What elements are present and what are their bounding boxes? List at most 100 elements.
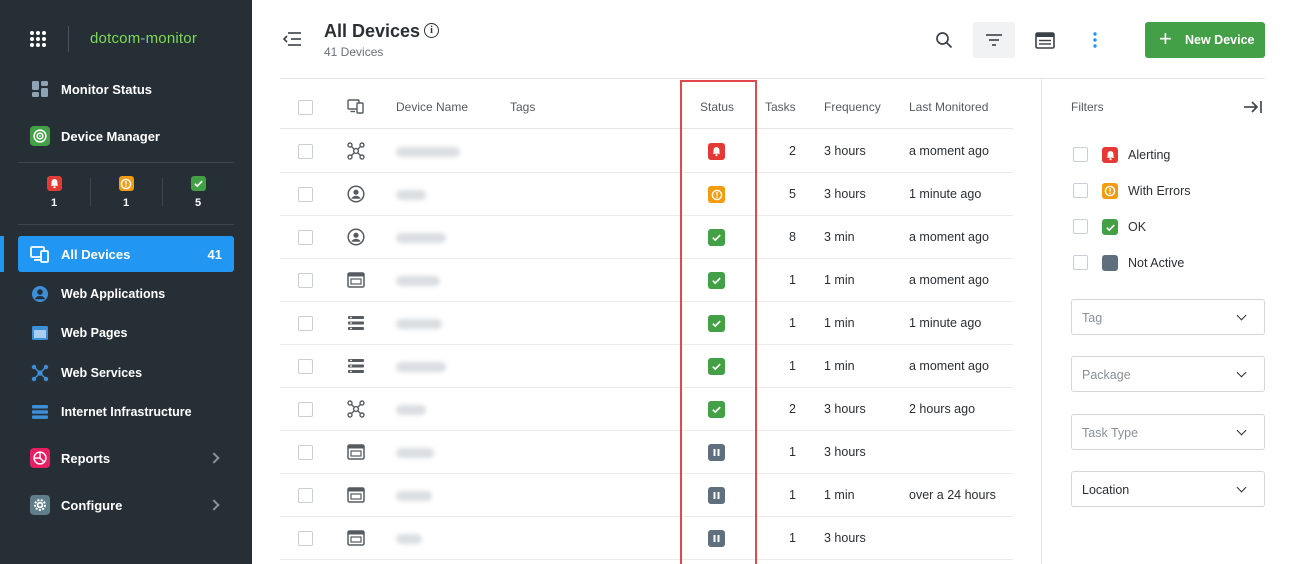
filter-ok[interactable]: OK [1071, 217, 1271, 237]
last-monitored-cell: 1 minute ago [909, 187, 982, 201]
collapse-menu-icon[interactable] [282, 31, 302, 47]
infrastructure-icon [346, 313, 366, 333]
column-device-name[interactable]: Device Name [396, 100, 468, 114]
filter-checkbox[interactable] [1073, 219, 1088, 234]
target-icon [30, 126, 50, 146]
frequency-cell: 3 hours [824, 402, 866, 416]
tasks-cell: 1 [789, 316, 796, 330]
collapse-panel-icon[interactable] [1243, 99, 1263, 115]
ok-count[interactable]: 5 [162, 170, 234, 218]
table-row[interactable]: 1 3 hours [280, 517, 1013, 560]
device-name-redacted[interactable] [396, 147, 460, 157]
table-row[interactable]: 2 3 hours a moment ago [280, 130, 1013, 173]
filter-checkbox[interactable] [1073, 147, 1088, 162]
sidebar-item-all-devices[interactable]: All Devices 41 [18, 236, 234, 272]
sidebar-item-web-applications[interactable]: Web Applications [18, 276, 234, 312]
frequency-cell: 1 min [824, 316, 855, 330]
table-row[interactable]: 1 1 min a moment ago [280, 259, 1013, 302]
table-row[interactable]: 1 1 min 1 minute ago [280, 302, 1013, 345]
filter-with-errors[interactable]: With Errors [1071, 181, 1271, 201]
device-name-redacted[interactable] [396, 362, 446, 372]
device-name-redacted[interactable] [396, 491, 432, 501]
chevron-down-icon [1236, 482, 1247, 493]
row-checkbox[interactable] [298, 488, 313, 503]
tag-select[interactable]: Tag [1071, 299, 1265, 335]
more-options-button[interactable] [1074, 22, 1116, 58]
device-name-redacted[interactable] [396, 448, 434, 458]
sidebar-item-internet-infrastructure[interactable]: Internet Infrastructure [18, 394, 234, 430]
table-row[interactable]: 1 1 min a moment ago [280, 345, 1013, 388]
apps-grid-icon[interactable] [30, 31, 47, 48]
row-checkbox[interactable] [298, 187, 313, 202]
row-checkbox[interactable] [298, 144, 313, 159]
filters-title: Filters [1071, 100, 1104, 114]
package-select[interactable]: Package [1071, 356, 1265, 392]
column-tasks[interactable]: Tasks [765, 100, 796, 114]
location-select[interactable]: Location [1071, 471, 1265, 507]
chevron-down-icon [1236, 425, 1247, 436]
device-type-column-icon [346, 96, 366, 116]
device-name-redacted[interactable] [396, 405, 426, 415]
sidebar-item-web-pages[interactable]: Web Pages [18, 315, 234, 351]
tasks-cell: 2 [789, 402, 796, 416]
sidebar-item-monitor-status[interactable]: Monitor Status [18, 71, 234, 107]
errors-count[interactable]: 1 [90, 170, 162, 218]
sidebar-item-reports[interactable]: Reports [18, 440, 234, 476]
table-row[interactable]: 1 3 hours [280, 431, 1013, 474]
frequency-cell: 3 hours [824, 187, 866, 201]
last-monitored-cell: a moment ago [909, 273, 989, 287]
row-checkbox[interactable] [298, 316, 313, 331]
status-summary: 1 1 5 [18, 170, 234, 218]
filter-checkbox[interactable] [1073, 255, 1088, 270]
last-monitored-cell: 2 hours ago [909, 402, 976, 416]
chevron-down-icon [1236, 367, 1247, 378]
sidebar-item-web-services[interactable]: Web Services [18, 355, 234, 391]
dotcom-monitor-logo[interactable]: dotcom-monitor [90, 30, 197, 47]
device-name-redacted[interactable] [396, 534, 422, 544]
device-name-redacted[interactable] [396, 233, 446, 243]
dashboard-icon [30, 79, 50, 99]
row-checkbox[interactable] [298, 359, 313, 374]
web-page-icon [346, 270, 366, 290]
more-vertical-icon [1093, 32, 1097, 48]
device-name-redacted[interactable] [396, 319, 442, 329]
task-type-select[interactable]: Task Type [1071, 414, 1265, 450]
select-all-checkbox[interactable] [298, 100, 313, 115]
row-checkbox[interactable] [298, 230, 313, 245]
table-row[interactable]: 1 1 min over a 24 hours [280, 474, 1013, 517]
table-row[interactable]: 5 3 hours 1 minute ago [280, 173, 1013, 216]
filter-checkbox[interactable] [1073, 183, 1088, 198]
device-name-redacted[interactable] [396, 276, 440, 286]
filter-alerting[interactable]: Alerting [1071, 145, 1271, 165]
row-checkbox[interactable] [298, 531, 313, 546]
info-icon[interactable]: i [424, 23, 439, 38]
column-tags[interactable]: Tags [510, 100, 535, 114]
row-checkbox[interactable] [298, 445, 313, 460]
web-application-icon [346, 184, 366, 204]
chevron-right-icon [208, 499, 220, 511]
last-monitored-cell: a moment ago [909, 359, 989, 373]
filter-button[interactable] [973, 22, 1015, 58]
sidebar: dotcom-monitor Monitor Status Device Man… [0, 0, 252, 564]
column-frequency[interactable]: Frequency [824, 100, 881, 114]
check-icon [1102, 219, 1118, 235]
view-mode-button[interactable] [1024, 22, 1066, 58]
filters-divider [1041, 79, 1042, 564]
web-page-icon [30, 323, 50, 343]
filter-not-active[interactable]: Not Active [1071, 253, 1271, 273]
sidebar-item-device-manager[interactable]: Device Manager [18, 118, 234, 154]
infrastructure-icon [30, 402, 50, 422]
new-device-button[interactable]: + New Device [1145, 22, 1265, 58]
table-view-icon [1035, 31, 1055, 49]
row-checkbox[interactable] [298, 273, 313, 288]
search-button[interactable] [923, 22, 965, 58]
column-last-monitored[interactable]: Last Monitored [909, 100, 988, 114]
tasks-cell: 1 [789, 488, 796, 502]
alerting-count[interactable]: 1 [18, 170, 90, 218]
sidebar-item-configure[interactable]: Configure [18, 487, 234, 523]
last-monitored-cell: over a 24 hours [909, 488, 996, 502]
device-name-redacted[interactable] [396, 190, 426, 200]
row-checkbox[interactable] [298, 402, 313, 417]
table-row[interactable]: 8 3 min a moment ago [280, 216, 1013, 259]
table-row[interactable]: 2 3 hours 2 hours ago [280, 388, 1013, 431]
